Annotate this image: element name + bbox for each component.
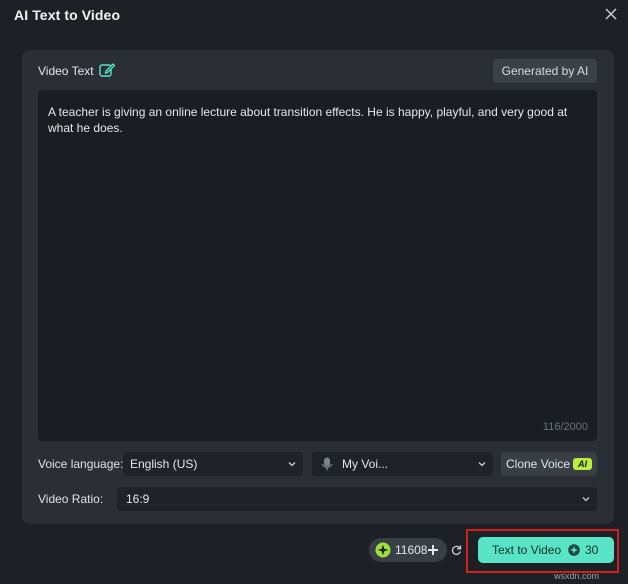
voice-language-dropdown[interactable]: English (US): [123, 452, 303, 476]
video-ratio-value: 16:9: [126, 492, 150, 506]
edit-icon[interactable]: [98, 61, 116, 79]
video-ratio-dropdown[interactable]: 16:9: [117, 487, 597, 511]
generated-by-ai-button[interactable]: Generated by AI: [493, 59, 597, 83]
clone-voice-label: Clone Voice: [506, 457, 571, 471]
video-text-content[interactable]: A teacher is giving an online lecture ab…: [48, 104, 575, 136]
credit-cost-icon: [568, 544, 580, 556]
credit-cost-value: 30: [585, 543, 599, 557]
clone-voice-button[interactable]: Clone Voice AI: [501, 452, 597, 476]
window-title: AI Text to Video: [14, 7, 121, 23]
plus-icon[interactable]: [427, 544, 439, 556]
character-counter: 116/2000: [542, 421, 588, 433]
voice-dropdown[interactable]: My Voi...: [312, 452, 493, 476]
video-ratio-label: Video Ratio:: [38, 492, 104, 506]
text-to-video-label: Text to Video: [492, 543, 562, 557]
microphone-icon: [321, 457, 333, 471]
credit-icon: [375, 542, 391, 558]
title-bar: AI Text to Video: [0, 0, 628, 30]
chevron-down-icon: [288, 462, 296, 467]
credit-count: 11608: [395, 543, 428, 557]
credits-badge[interactable]: 11608: [369, 538, 447, 562]
chevron-down-icon: [478, 462, 486, 467]
watermark: wsxdn.com: [554, 571, 600, 581]
voice-language-value: English (US): [130, 457, 198, 471]
refresh-icon[interactable]: [450, 544, 462, 556]
video-text-label: Video Text: [38, 64, 94, 78]
ai-badge: AI: [573, 458, 592, 470]
settings-panel: Video Text Generated by AI A teacher is …: [22, 50, 614, 524]
text-to-video-button[interactable]: Text to Video 30: [478, 537, 614, 563]
voice-language-label: Voice language:: [38, 457, 124, 471]
video-text-input[interactable]: A teacher is giving an online lecture ab…: [38, 90, 597, 441]
chevron-down-icon: [582, 497, 590, 502]
voice-value: My Voi...: [342, 457, 389, 471]
close-icon[interactable]: [604, 7, 618, 21]
